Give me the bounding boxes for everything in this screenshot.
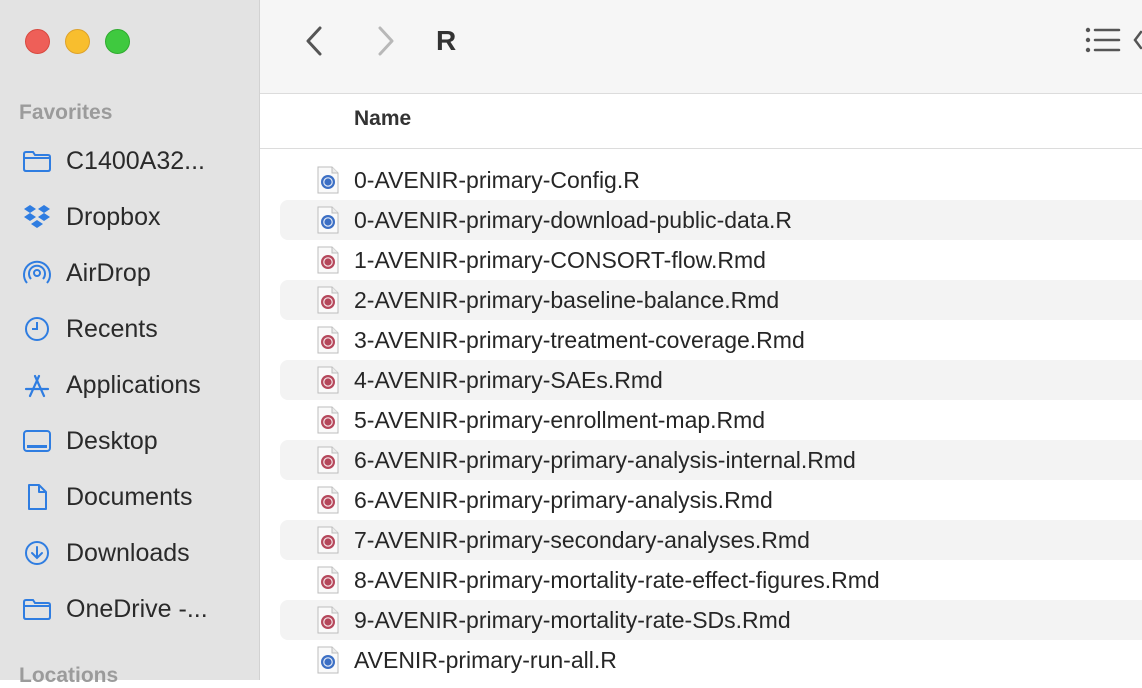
rmd-file-icon — [316, 566, 340, 594]
sidebar-item-dropbox[interactable]: Dropbox — [0, 189, 260, 245]
list-item[interactable]: 8-AVENIR-primary-mortality-rate-effect-f… — [280, 560, 1142, 600]
column-header: Name — [260, 94, 1142, 149]
file-name: 7-AVENIR-primary-secondary-analyses.Rmd — [354, 527, 810, 553]
list-item[interactable]: 7-AVENIR-primary-secondary-analyses.Rmd — [280, 520, 1142, 560]
list-view-icon[interactable] — [1084, 26, 1142, 61]
forward-button[interactable] — [370, 24, 400, 65]
sidebar-item-label: Applications — [66, 370, 201, 399]
rmd-file-icon — [316, 406, 340, 434]
file-name: 6-AVENIR-primary-primary-analysis-intern… — [354, 447, 856, 473]
rmd-file-icon — [316, 246, 340, 274]
list-item[interactable]: 2-AVENIR-primary-baseline-balance.Rmd — [280, 280, 1142, 320]
sidebar-item-recents[interactable]: Recents — [0, 301, 260, 357]
list-item[interactable]: 0-AVENIR-primary-Config.R — [280, 160, 1142, 200]
sidebar-item-label: Desktop — [66, 426, 158, 455]
sidebar-item-label: C1400A32... — [66, 146, 205, 175]
list-item[interactable]: 4-AVENIR-primary-SAEs.Rmd — [280, 360, 1142, 400]
list-item[interactable]: 6-AVENIR-primary-primary-analysis-intern… — [280, 440, 1142, 480]
document-icon — [22, 483, 52, 511]
clock-icon — [22, 315, 52, 343]
rmd-file-icon — [316, 606, 340, 634]
file-name: 2-AVENIR-primary-baseline-balance.Rmd — [354, 287, 780, 313]
sidebar: Favorites C1400A32... Dropbox AirDrop Re… — [0, 0, 260, 687]
rmd-file-icon — [316, 366, 340, 394]
r-file-icon — [316, 166, 340, 194]
file-name: 1-AVENIR-primary-CONSORT-flow.Rmd — [354, 247, 766, 273]
dropbox-icon — [22, 203, 52, 231]
list-item[interactable]: 0-AVENIR-primary-download-public-data.R — [280, 200, 1142, 240]
zoom-button[interactable] — [105, 29, 130, 54]
sidebar-item-airdrop[interactable]: AirDrop — [0, 245, 260, 301]
file-name: 0-AVENIR-primary-Config.R — [354, 167, 640, 193]
list-item[interactable]: 1-AVENIR-primary-CONSORT-flow.Rmd — [280, 240, 1142, 280]
locations-heading: Locations — [19, 664, 119, 687]
download-icon — [22, 539, 52, 567]
r-file-icon — [316, 206, 340, 234]
file-name: 8-AVENIR-primary-mortality-rate-effect-f… — [354, 567, 880, 593]
sidebar-item-label: Downloads — [66, 538, 190, 567]
list-item[interactable]: 3-AVENIR-primary-treatment-coverage.Rmd — [280, 320, 1142, 360]
folder-icon — [22, 147, 52, 175]
file-name: 0-AVENIR-primary-download-public-data.R — [354, 207, 793, 233]
sidebar-item-c1400a32[interactable]: C1400A32... — [0, 133, 260, 189]
name-column-header[interactable]: Name — [354, 107, 411, 131]
sidebar-item-applications[interactable]: Applications — [0, 357, 260, 413]
file-name: 4-AVENIR-primary-SAEs.Rmd — [354, 367, 663, 393]
list-item[interactable]: AVENIR-primary-run-all.R — [280, 640, 1142, 680]
sidebar-item-desktop[interactable]: Desktop — [0, 413, 260, 469]
toolbar: R — [260, 0, 1142, 94]
favorites-list: C1400A32... Dropbox AirDrop Recents Appl… — [0, 133, 260, 637]
rmd-file-icon — [316, 526, 340, 554]
rmd-file-icon — [316, 286, 340, 314]
rmd-file-icon — [316, 326, 340, 354]
applications-icon — [22, 371, 52, 399]
airdrop-icon — [22, 259, 52, 287]
rmd-file-icon — [316, 446, 340, 474]
minimize-button[interactable] — [65, 29, 90, 54]
desktop-icon — [22, 427, 52, 455]
close-button[interactable] — [25, 29, 50, 54]
sidebar-item-downloads[interactable]: Downloads — [0, 525, 260, 581]
sidebar-item-onedrive[interactable]: OneDrive -... — [0, 581, 260, 637]
sidebar-item-documents[interactable]: Documents — [0, 469, 260, 525]
list-item[interactable]: 9-AVENIR-primary-mortality-rate-SDs.Rmd — [280, 600, 1142, 640]
sidebar-item-label: AirDrop — [66, 258, 151, 287]
sidebar-item-label: Dropbox — [66, 202, 161, 231]
sidebar-item-label: Documents — [66, 482, 193, 511]
file-name: 6-AVENIR-primary-primary-analysis.Rmd — [354, 487, 773, 513]
favorites-heading: Favorites — [19, 101, 113, 124]
file-list: 0-AVENIR-primary-Config.R 0-AVENIR-primar… — [280, 160, 1142, 680]
list-item[interactable]: 5-AVENIR-primary-enrollment-map.Rmd — [280, 400, 1142, 440]
back-button[interactable] — [300, 24, 330, 65]
r-file-icon — [316, 646, 340, 674]
window-controls — [25, 29, 130, 54]
sidebar-item-label: OneDrive -... — [66, 594, 208, 623]
window-title: R — [436, 25, 457, 56]
file-name: 5-AVENIR-primary-enrollment-map.Rmd — [354, 407, 766, 433]
file-name: 3-AVENIR-primary-treatment-coverage.Rmd — [354, 327, 805, 353]
rmd-file-icon — [316, 486, 340, 514]
file-name: 9-AVENIR-primary-mortality-rate-SDs.Rmd — [354, 607, 791, 633]
file-name: AVENIR-primary-run-all.R — [354, 647, 617, 673]
list-item[interactable]: 6-AVENIR-primary-primary-analysis.Rmd — [280, 480, 1142, 520]
folder-icon — [22, 595, 52, 623]
sidebar-item-label: Recents — [66, 314, 158, 343]
